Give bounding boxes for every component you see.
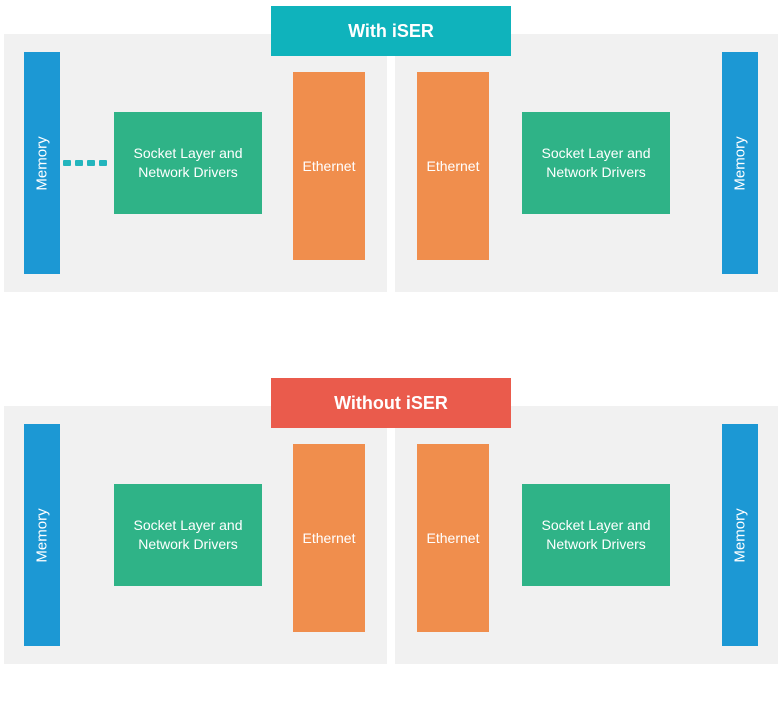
- ethernet-block: Ethernet: [293, 72, 365, 260]
- ethernet-label: Ethernet: [303, 530, 356, 546]
- socket-layer-block: Socket Layer and Network Drivers: [522, 112, 670, 214]
- dash-segment: [87, 160, 95, 166]
- with-iser-title: With iSER: [348, 21, 434, 42]
- memory-label: Memory: [34, 136, 51, 190]
- ethernet-block: Ethernet: [417, 72, 489, 260]
- without-right-panel: Ethernet Socket Layer and Network Driver…: [395, 406, 778, 664]
- socket-label: Socket Layer and Network Drivers: [530, 144, 662, 182]
- memory-label: Memory: [34, 508, 51, 562]
- memory-block: Memory: [722, 52, 758, 274]
- dash-segment: [63, 160, 71, 166]
- socket-layer-block: Socket Layer and Network Drivers: [522, 484, 670, 586]
- memory-block: Memory: [722, 424, 758, 646]
- dash-segment: [75, 160, 83, 166]
- socket-layer-block: Socket Layer and Network Drivers: [114, 484, 262, 586]
- memory-label: Memory: [732, 136, 749, 190]
- without-iser-title: Without iSER: [334, 393, 448, 414]
- socket-label: Socket Layer and Network Drivers: [122, 516, 254, 554]
- memory-block: Memory: [24, 52, 60, 274]
- with-right-panel: Ethernet Socket Layer and Network Driver…: [395, 34, 778, 292]
- section-without-iser: Without iSER Memory Socket Layer and Net…: [0, 378, 782, 678]
- without-left-panel: Memory Socket Layer and Network Drivers …: [4, 406, 387, 664]
- without-iser-header: Without iSER: [271, 378, 511, 428]
- ethernet-label: Ethernet: [427, 158, 480, 174]
- ethernet-label: Ethernet: [303, 158, 356, 174]
- with-iser-header: With iSER: [271, 6, 511, 56]
- memory-label: Memory: [732, 508, 749, 562]
- socket-label: Socket Layer and Network Drivers: [122, 144, 254, 182]
- memory-block: Memory: [24, 424, 60, 646]
- ethernet-block: Ethernet: [293, 444, 365, 632]
- dash-segment: [99, 160, 107, 166]
- ethernet-label: Ethernet: [427, 530, 480, 546]
- dashed-connector: [63, 159, 111, 167]
- with-left-panel: Memory Socket Layer and Network Drivers …: [4, 34, 387, 292]
- socket-layer-block: Socket Layer and Network Drivers: [114, 112, 262, 214]
- ethernet-block: Ethernet: [417, 444, 489, 632]
- section-with-iser: With iSER Memory Socket Layer and Networ…: [0, 6, 782, 306]
- socket-label: Socket Layer and Network Drivers: [530, 516, 662, 554]
